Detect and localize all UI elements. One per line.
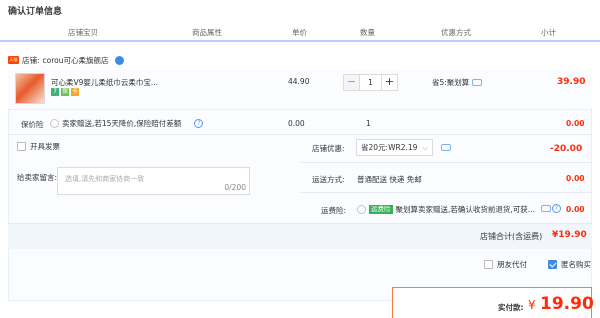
shop-discount-label: 店铺优惠: [312, 144, 345, 153]
col-quantity: 数量 [360, 28, 375, 37]
guarantee-price: 0.00 [288, 119, 305, 128]
promo-text: 省5:聚划算 [432, 78, 470, 87]
anonymous-checkbox[interactable] [548, 260, 557, 269]
guarantee-quantity: 1 [366, 119, 371, 128]
payment-summary: 实付款: ¥ 19.90 [392, 287, 594, 318]
item-name[interactable]: 可心柔V9婴儿柔纸巾云柔巾宝... [51, 77, 158, 88]
header-divider [0, 40, 600, 42]
freight-insurance-icons: ? [541, 204, 561, 213]
col-subtotal: 小计 [541, 28, 556, 37]
discount-info-icon[interactable] [441, 144, 451, 151]
note-counter: 0/200 [224, 183, 246, 192]
tmall-icon: 天猫 [8, 56, 19, 64]
help-icon[interactable]: ? [194, 119, 204, 128]
freight-chat-icon[interactable] [541, 205, 551, 212]
shop-row: 天猫 店铺: corou可心柔旗舰店 [8, 54, 124, 66]
guarantee-option: 卖家赠送,若15天降价,保险赔付差额 ? [50, 118, 204, 129]
guarantee-desc: 卖家赠送,若15天降价,保险赔付差额 [62, 119, 182, 128]
shop-discount-value: -20.00 [550, 144, 583, 154]
note-label: 给卖家留言: [17, 173, 58, 182]
pay-currency: ¥ [528, 298, 536, 312]
quantity-stepper: − 1 + [343, 74, 398, 91]
shop-discount-option: 省20元:WR2.19 [361, 143, 418, 152]
freight-insurance-tag: 运费险 [369, 205, 393, 214]
note-textarea[interactable]: 选填,请先和商家协商一致 0/200 [57, 167, 250, 195]
guarantee-label: 保价险 [21, 120, 44, 129]
freight-insurance-option: 运费险 聚划算卖家赠送,若确认收货前退货,可获... [357, 204, 535, 215]
table-header: 店铺宝贝 商品属性 单价 数量 优惠方式 小计 [0, 22, 600, 40]
note-placeholder: 选填,请先和商家协商一致 [65, 175, 145, 183]
shop-discount-select[interactable]: 省20元:WR2.19 ⌵ [356, 139, 433, 156]
anonymous-label[interactable]: 匿名购买 [561, 259, 591, 270]
chevron-down-icon: ⌵ [422, 143, 428, 152]
store-total-value: ¥19.90 [552, 230, 587, 240]
shipping-label: 运送方式: [312, 175, 345, 184]
invoice-checkbox[interactable] [17, 142, 26, 151]
col-discount: 优惠方式 [441, 28, 471, 37]
friend-pay-label[interactable]: 朋友代付 [497, 259, 527, 270]
col-shop-items: 店铺宝贝 [68, 28, 98, 37]
promo-info-icon[interactable] [472, 79, 483, 86]
shipping-value: 0.00 [566, 174, 585, 183]
quantity-input[interactable]: 1 [360, 75, 381, 90]
freight-insurance-label: 运费险: [321, 206, 347, 215]
item-promo: 省5:聚划算 [432, 77, 483, 88]
freight-insurance-checkbox[interactable] [357, 205, 366, 214]
item-tags: 7 保 卡 [51, 88, 79, 96]
seven-day-return-icon: 7 [51, 88, 59, 96]
guarantee-checkbox[interactable] [50, 119, 59, 128]
item-row [8, 70, 592, 110]
card-icon: 卡 [71, 88, 79, 96]
col-unit-price: 单价 [292, 28, 307, 37]
divider [300, 162, 592, 163]
shop-name[interactable]: corou可心柔旗舰店 [43, 55, 109, 66]
help-icon[interactable]: ? [552, 204, 561, 213]
pay-label: 实付款: [498, 303, 524, 312]
freight-insurance-value: 0.00 [566, 205, 585, 214]
guarantee-icon: 保 [61, 88, 69, 96]
divider [8, 134, 592, 135]
product-thumbnail[interactable] [15, 73, 45, 104]
store-total-label: 店铺合计(含运费) [480, 232, 543, 241]
item-unit-price: 44.90 [288, 77, 310, 86]
shop-label: 店铺: [22, 55, 40, 65]
chat-icon[interactable] [114, 55, 124, 65]
divider [300, 192, 592, 193]
quantity-increase-button[interactable]: + [381, 75, 397, 90]
col-attributes: 商品属性 [192, 28, 222, 37]
freight-insurance-desc: 聚划算卖家赠送,若确认收货前退货,可获... [395, 205, 535, 214]
shipping-method: 普通配送 快递 免邮 [357, 175, 422, 184]
invoice-label[interactable]: 开具发票 [30, 141, 60, 152]
friend-pay-checkbox[interactable] [484, 260, 493, 269]
page-title: 确认订单信息 [8, 7, 63, 17]
item-subtotal: 39.90 [557, 77, 586, 87]
guarantee-subtotal: 0.00 [566, 119, 585, 128]
pay-amount: 19.90 [540, 294, 594, 314]
quantity-decrease-button[interactable]: − [344, 75, 360, 90]
friend-pay-option: 朋友代付 [484, 259, 527, 270]
invoice-option: 开具发票 [17, 141, 60, 152]
anonymous-option: 匿名购买 [548, 259, 591, 270]
